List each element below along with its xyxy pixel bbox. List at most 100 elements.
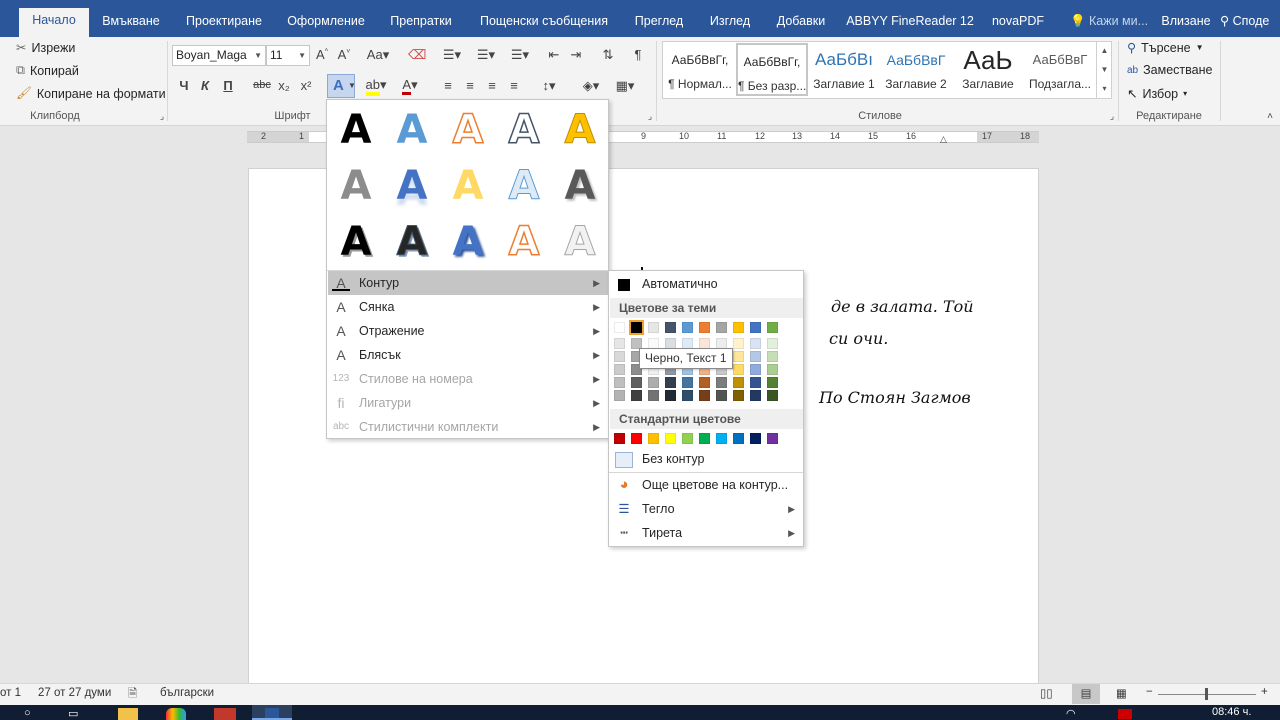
find-button[interactable]: ⚲ Търсене ▼	[1127, 40, 1204, 56]
style-subtitle[interactable]: АаБбВвГ Подзагла...	[1024, 43, 1096, 96]
grow-font-icon[interactable]: A^	[314, 47, 330, 62]
theme-color-swatch[interactable]	[750, 322, 761, 333]
highlight-color-icon[interactable]: ab▾	[362, 77, 390, 96]
theme-color-swatch[interactable]	[767, 338, 778, 349]
effect-preset-gray-outline[interactable]: A	[500, 106, 548, 154]
italic-button[interactable]: К	[197, 78, 213, 93]
theme-color-swatch[interactable]	[631, 377, 642, 388]
font-name-combo[interactable]: Boyan_Maga ▼	[172, 45, 266, 66]
menu-item-stylistic-sets[interactable]: abc Стилистични комплекти ▶	[328, 415, 608, 439]
word-count[interactable]: 27 от 27 думи	[38, 687, 111, 699]
standard-color-swatch[interactable]	[750, 433, 761, 444]
theme-color-swatch[interactable]	[733, 377, 744, 388]
effect-preset-orange-hollow[interactable]: A	[500, 218, 548, 266]
effect-preset-dark-outline[interactable]: A	[388, 218, 436, 266]
tab-references[interactable]: Препратки	[384, 9, 458, 37]
theme-color-swatch[interactable]	[614, 338, 625, 349]
tab-view[interactable]: Изглед	[702, 9, 758, 37]
zoom-in-icon[interactable]: +	[1261, 686, 1268, 698]
file-explorer-icon[interactable]	[118, 708, 138, 720]
automatic-color-item[interactable]: Автоматично	[610, 272, 803, 296]
theme-color-swatch[interactable]	[767, 322, 778, 333]
style-heading-2[interactable]: АаБбВвГ Заглавие 2	[880, 43, 952, 96]
effect-preset-yellow[interactable]: A	[444, 162, 492, 210]
effect-preset-orange-outline[interactable]: A	[444, 106, 492, 154]
effect-preset-light-blue[interactable]: A	[500, 162, 548, 210]
proofing-icon[interactable]: 🗎	[128, 686, 137, 705]
theme-color-swatch[interactable]	[733, 364, 744, 375]
chrome-icon[interactable]	[166, 708, 186, 720]
theme-color-swatch[interactable]	[682, 322, 693, 333]
menu-item-number-styles[interactable]: 123 Стилове на номера ▶	[328, 367, 608, 391]
shrink-font-icon[interactable]: A˅	[336, 47, 352, 62]
theme-color-swatch[interactable]	[629, 320, 644, 335]
tab-review[interactable]: Преглед	[628, 9, 690, 37]
effect-preset-gold[interactable]: A	[556, 106, 604, 154]
web-layout-icon[interactable]: ▦	[1116, 686, 1127, 700]
no-outline-item[interactable]: Без контур	[610, 447, 803, 471]
superscript-button[interactable]: x²	[298, 78, 314, 93]
share-button[interactable]: ⚲ Споде	[1220, 9, 1280, 37]
read-mode-icon[interactable]: ▯▯	[1040, 686, 1053, 700]
cut-button[interactable]: ✂ Изрежи	[16, 40, 75, 56]
decrease-indent-icon[interactable]: ⇤	[546, 47, 562, 63]
theme-color-swatch[interactable]	[614, 322, 625, 333]
clock[interactable]: 08:46 ч.	[1212, 706, 1251, 718]
theme-color-swatch[interactable]	[733, 390, 744, 401]
font-color-icon[interactable]: A▾	[396, 77, 424, 95]
align-center-icon[interactable]: ≡	[462, 78, 478, 93]
task-view-icon[interactable]: ▭	[68, 707, 78, 720]
pilcrow-icon[interactable]: ¶	[630, 47, 646, 62]
effect-preset-blue-reflection[interactable]: A	[388, 162, 436, 210]
sort-icon[interactable]: ⇅	[600, 47, 616, 63]
styles-scroll[interactable]: ▲ ▼ ▾	[1096, 41, 1112, 99]
zoom-slider-thumb[interactable]	[1205, 688, 1208, 700]
theme-color-swatch[interactable]	[716, 322, 727, 333]
effect-preset-black-shadow[interactable]: A	[332, 218, 380, 266]
standard-color-swatch[interactable]	[648, 433, 659, 444]
theme-color-swatch[interactable]	[648, 377, 659, 388]
standard-color-swatch[interactable]	[682, 433, 693, 444]
theme-color-swatch[interactable]	[767, 377, 778, 388]
align-right-icon[interactable]: ≡	[484, 78, 500, 93]
standard-color-swatch[interactable]	[631, 433, 642, 444]
menu-item-ligatures[interactable]: fi Лигатури ▶	[328, 391, 608, 415]
line-spacing-icon[interactable]: ↕▾	[536, 78, 562, 94]
effect-preset-silver[interactable]: A	[556, 218, 604, 266]
search-icon[interactable]: ○	[24, 707, 31, 719]
justify-icon[interactable]: ≡	[506, 78, 522, 93]
tab-design[interactable]: Проектиране	[178, 9, 270, 37]
theme-color-swatch[interactable]	[682, 390, 693, 401]
font-size-combo[interactable]: 11 ▼	[266, 45, 310, 66]
page-count[interactable]: от 1	[0, 687, 21, 699]
standard-color-swatch[interactable]	[716, 433, 727, 444]
underline-button[interactable]: П	[220, 78, 236, 93]
style-normal[interactable]: АаБбВвГг, ¶ Нормал...	[664, 43, 736, 96]
clear-format-icon[interactable]: ⌫	[408, 47, 426, 63]
theme-color-swatch[interactable]	[767, 351, 778, 362]
borders-icon[interactable]: ▦▾	[612, 78, 638, 94]
more-outline-colors-item[interactable]: ◕ Още цветове на контур...	[610, 473, 803, 497]
theme-color-swatch[interactable]	[750, 377, 761, 388]
tab-home[interactable]: Начало	[19, 8, 89, 37]
standard-color-swatch[interactable]	[767, 433, 778, 444]
replace-button[interactable]: ab Заместване	[1127, 63, 1212, 77]
copy-button[interactable]: ⧉ Копирай	[16, 63, 79, 78]
theme-color-swatch[interactable]	[750, 364, 761, 375]
file-tab[interactable]	[0, 9, 14, 37]
effect-preset-dark-gray[interactable]: A	[556, 162, 604, 210]
tab-insert[interactable]: Вмъкване	[96, 9, 166, 37]
theme-color-swatch[interactable]	[767, 364, 778, 375]
tab-abbyy[interactable]: ABBYY FineReader 12	[846, 9, 974, 37]
tell-me-box[interactable]: 💡 Кажи ми...	[1066, 9, 1152, 37]
theme-color-swatch[interactable]	[716, 377, 727, 388]
theme-color-swatch[interactable]	[665, 322, 676, 333]
tab-layout[interactable]: Оформление	[282, 9, 370, 37]
change-case-button[interactable]: Aa▾	[364, 47, 392, 63]
menu-item-shadow[interactable]: A Сянка ▶	[328, 295, 608, 319]
language-indicator[interactable]: български	[160, 687, 214, 699]
shading-icon[interactable]: ◈▾	[578, 78, 604, 94]
theme-color-swatch[interactable]	[648, 390, 659, 401]
theme-color-swatch[interactable]	[614, 390, 625, 401]
tray-app-icon[interactable]	[1118, 709, 1132, 719]
